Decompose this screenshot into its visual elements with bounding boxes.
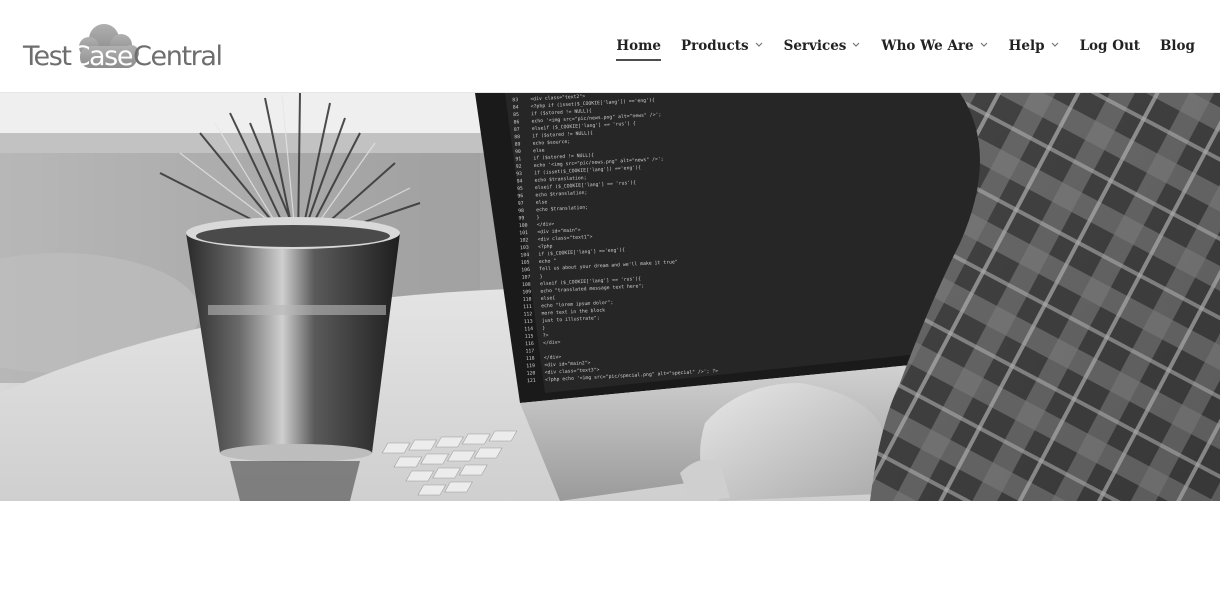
nav-label: Home bbox=[616, 38, 661, 54]
code-line-number: 121 bbox=[527, 378, 536, 384]
logo-text-right: Central bbox=[133, 41, 223, 72]
code-line: echo " bbox=[539, 258, 557, 265]
code-line-number: 115 bbox=[525, 333, 534, 339]
code-line-number: 104 bbox=[520, 252, 529, 258]
code-line-number: 118 bbox=[526, 356, 535, 362]
code-line-number: 102 bbox=[520, 237, 529, 243]
logo-text-left: Test bbox=[23, 41, 72, 72]
code-line-number: 94 bbox=[516, 178, 522, 184]
code-line-number: 105 bbox=[521, 260, 530, 266]
code-line-number: 92 bbox=[516, 164, 522, 170]
nav-item-services[interactable]: Services bbox=[784, 33, 862, 59]
chevron-down-icon bbox=[1051, 42, 1058, 47]
nav-label: Products bbox=[680, 38, 749, 54]
code-line-number: 100 bbox=[519, 223, 528, 229]
code-line-number: 109 bbox=[522, 289, 531, 295]
code-line-number: 103 bbox=[520, 245, 529, 251]
main-navigation: Home Products Services Who We Are Help L… bbox=[616, 33, 1195, 61]
code-line: else{ bbox=[541, 295, 556, 302]
code-line-number: 87 bbox=[514, 127, 520, 133]
code-line-number: 97 bbox=[518, 201, 524, 207]
site-header: TestCaseCentral Home Products Services W… bbox=[0, 0, 1220, 93]
nav-item-help[interactable]: Help bbox=[1009, 33, 1060, 59]
chevron-down-icon bbox=[980, 42, 988, 47]
code-line-number: 108 bbox=[522, 282, 531, 288]
code-line-number: 112 bbox=[523, 311, 532, 317]
code-line-number: 88 bbox=[514, 134, 520, 140]
nav-label: Help bbox=[1008, 38, 1045, 54]
chevron-down-icon bbox=[755, 42, 763, 47]
code-line-number: 95 bbox=[517, 186, 523, 192]
logo-wordmark: TestCaseCentral bbox=[23, 40, 223, 74]
code-line-number: 120 bbox=[527, 370, 536, 376]
chevron-down-icon bbox=[852, 42, 860, 47]
code-line-number: 107 bbox=[522, 274, 531, 280]
code-line-number: 98 bbox=[518, 208, 524, 214]
nav-item-home[interactable]: Home bbox=[616, 33, 661, 61]
nav-item-log-out[interactable]: Log Out bbox=[1080, 33, 1140, 59]
code-line: <?php bbox=[538, 244, 553, 251]
code-line-number: 90 bbox=[515, 149, 521, 155]
logo-text-mid: Case bbox=[71, 41, 134, 72]
code-line-number: 96 bbox=[517, 193, 523, 199]
nav-item-blog[interactable]: Blog bbox=[1160, 33, 1195, 59]
code-line-number: 84 bbox=[513, 104, 519, 110]
code-line-number: 91 bbox=[515, 156, 521, 162]
nav-item-products[interactable]: Products bbox=[681, 33, 764, 59]
code-line: </div> bbox=[543, 339, 561, 346]
code-line-number: 110 bbox=[523, 296, 532, 302]
code-line: } bbox=[536, 215, 539, 221]
nav-label: Who We Are bbox=[881, 38, 974, 54]
code-line-number: 93 bbox=[516, 171, 522, 177]
code-line-number: 99 bbox=[518, 215, 524, 221]
code-line-number: 106 bbox=[521, 267, 530, 273]
nav-label: Log Out bbox=[1079, 38, 1141, 54]
code-line: else bbox=[536, 199, 548, 206]
code-line-number: 116 bbox=[525, 341, 534, 347]
testcasecentral-logo[interactable]: TestCaseCentral bbox=[23, 20, 233, 72]
nav-label: Services bbox=[783, 38, 847, 54]
nav-label: Blog bbox=[1160, 38, 1195, 54]
code-line: else bbox=[533, 148, 545, 155]
code-line-number: 113 bbox=[524, 319, 533, 325]
person-coding-on-laptop-image: 83 <div class="text2">84 <?php if (isset($… bbox=[0, 93, 1220, 501]
code-line: } bbox=[542, 325, 545, 331]
code-line-number: 83 bbox=[512, 97, 518, 103]
code-line-number: 101 bbox=[519, 230, 528, 236]
code-line-number: 117 bbox=[525, 348, 534, 354]
code-line: </div> bbox=[537, 221, 555, 228]
nav-item-who-we-are[interactable]: Who We Are bbox=[881, 33, 988, 59]
code-line-number: 86 bbox=[513, 119, 519, 125]
code-line: ?> bbox=[543, 333, 549, 339]
code-line: } bbox=[539, 274, 542, 280]
code-line: </div> bbox=[544, 354, 562, 361]
hero-banner: 83 <div class="text2"> 84 <?php if (isset($… bbox=[0, 93, 1220, 501]
code-line-number: 111 bbox=[523, 304, 532, 310]
code-line-number: 114 bbox=[524, 326, 533, 332]
code-line-number: 85 bbox=[513, 112, 519, 118]
code-line-number: 89 bbox=[515, 141, 521, 147]
code-line-number: 119 bbox=[526, 363, 535, 369]
